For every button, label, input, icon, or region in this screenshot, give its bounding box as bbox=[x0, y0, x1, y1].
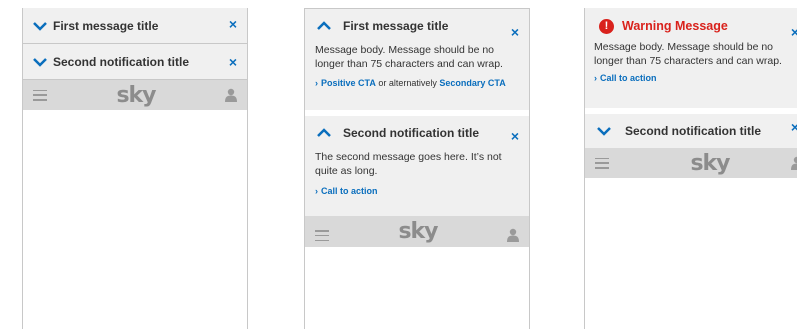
notification-second[interactable]: Second notification title × bbox=[23, 44, 247, 80]
close-icon[interactable]: × bbox=[511, 25, 519, 39]
sky-logo[interactable]: sky bbox=[398, 219, 438, 244]
notification-title: Second notification title bbox=[343, 126, 480, 140]
chevron-up-icon[interactable] bbox=[315, 17, 333, 35]
phone-screen-expanded: First message title × Message body. Mess… bbox=[304, 8, 530, 329]
hamburger-menu-icon[interactable] bbox=[33, 89, 47, 101]
navbar: sky bbox=[23, 80, 247, 110]
user-icon[interactable] bbox=[506, 228, 519, 242]
warning-title: Warning Message bbox=[622, 19, 728, 33]
chevron-up-icon[interactable] bbox=[315, 124, 333, 142]
phone-screen-collapsed: First message title × Second notificatio… bbox=[22, 8, 248, 329]
notification-body: Message body. Message should be no longe… bbox=[594, 41, 782, 67]
user-icon[interactable] bbox=[790, 156, 797, 170]
hamburger-menu-icon[interactable] bbox=[315, 230, 329, 241]
notification-first[interactable]: First message title × bbox=[23, 8, 247, 44]
notification-second-expanded: Second notification title × The second m… bbox=[305, 116, 529, 216]
notification-title: Second notification title bbox=[53, 55, 190, 69]
secondary-cta-link[interactable]: Secondary CTA bbox=[439, 78, 505, 88]
call-to-action-link[interactable]: Call to action bbox=[600, 73, 657, 83]
close-icon[interactable]: × bbox=[791, 120, 797, 134]
notification-title: First message title bbox=[53, 19, 159, 33]
hamburger-menu-icon[interactable] bbox=[595, 157, 609, 169]
chevron-right-icon: › bbox=[594, 73, 597, 83]
chevron-right-icon: › bbox=[315, 78, 318, 88]
cta-row: › Positive CTA or alternatively Secondary… bbox=[305, 71, 529, 98]
cta-row: › Call to action bbox=[305, 178, 529, 206]
cta-row: › Call to action bbox=[585, 68, 797, 93]
chevron-right-icon: › bbox=[315, 186, 318, 196]
notification-title: Second notification title bbox=[625, 124, 762, 138]
notification-body: Message body. Message should be no longe… bbox=[315, 44, 503, 70]
notification-body: The second message goes here. It’s not q… bbox=[315, 151, 502, 177]
warning-icon: ! bbox=[599, 18, 614, 34]
sky-logo[interactable]: sky bbox=[116, 83, 156, 108]
sky-logo[interactable]: sky bbox=[690, 151, 730, 176]
positive-cta-link[interactable]: Positive CTA bbox=[321, 78, 376, 88]
notification-first-expanded: First message title × Message body. Mess… bbox=[305, 9, 529, 116]
close-icon[interactable]: × bbox=[229, 17, 237, 31]
cta-connector: or alternatively bbox=[378, 78, 437, 88]
phone-screen-warning: ! Warning Message × Message body. Messag… bbox=[584, 8, 797, 329]
chevron-down-icon[interactable] bbox=[31, 53, 49, 71]
chevron-down-icon[interactable] bbox=[31, 17, 49, 35]
notification-title: First message title bbox=[343, 19, 449, 33]
navbar: sky bbox=[585, 148, 797, 178]
close-icon[interactable]: × bbox=[229, 55, 237, 69]
notification-warning: ! Warning Message × Message body. Messag… bbox=[585, 8, 797, 114]
call-to-action-link[interactable]: Call to action bbox=[321, 186, 378, 196]
notification-second[interactable]: Second notification title × bbox=[585, 114, 797, 148]
user-icon[interactable] bbox=[224, 88, 237, 102]
navbar: sky bbox=[305, 216, 529, 247]
close-icon[interactable]: × bbox=[791, 25, 797, 39]
close-icon[interactable]: × bbox=[511, 129, 519, 143]
chevron-down-icon[interactable] bbox=[595, 122, 613, 140]
